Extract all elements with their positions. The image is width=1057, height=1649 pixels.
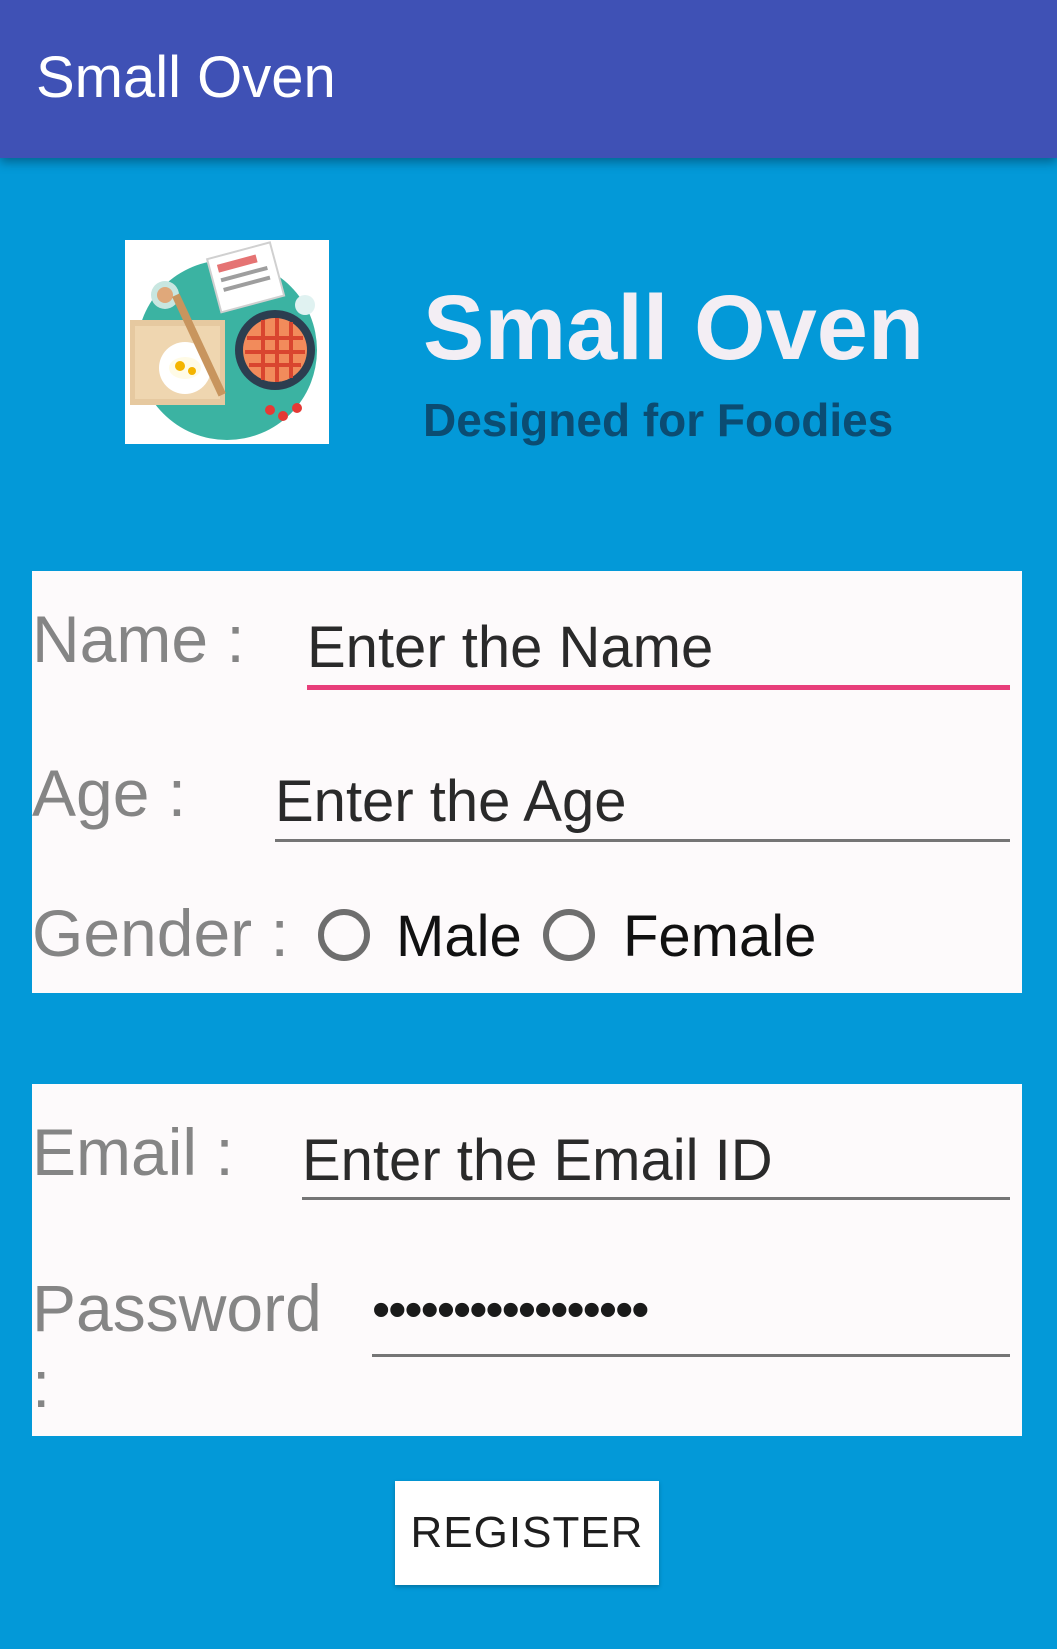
password-input[interactable]: ••••••••••••••••• xyxy=(372,1270,1012,1350)
male-radio-label[interactable]: Male xyxy=(396,902,522,972)
age-underline xyxy=(275,839,1010,842)
male-radio[interactable] xyxy=(318,909,370,961)
age-input[interactable] xyxy=(275,761,1005,841)
name-underline xyxy=(307,685,1010,690)
brand-title: Small Oven xyxy=(423,277,925,379)
app-bar-title: Small Oven xyxy=(36,45,336,110)
email-input[interactable] xyxy=(302,1120,1007,1200)
password-label: Password : xyxy=(32,1270,322,1422)
female-radio-label[interactable]: Female xyxy=(623,902,816,972)
password-label-colon: : xyxy=(32,1347,51,1421)
password-underline xyxy=(372,1354,1010,1357)
food-illustration-icon xyxy=(130,241,317,440)
female-radio[interactable] xyxy=(543,909,595,961)
food-logo-image xyxy=(125,240,329,444)
email-underline xyxy=(302,1197,1010,1200)
name-input[interactable] xyxy=(307,607,1007,687)
gender-label: Gender : xyxy=(32,896,289,970)
register-button[interactable]: REGISTER xyxy=(395,1481,659,1585)
personal-info-card: Name : Age : Gender : Male Female xyxy=(32,571,1022,993)
password-label-text: Password xyxy=(32,1271,322,1345)
brand-subtitle: Designed for Foodies xyxy=(423,394,894,446)
app-bar: Small Oven xyxy=(0,0,1057,158)
account-info-card: Email : Password : ••••••••••••••••• xyxy=(32,1084,1022,1436)
email-label: Email : xyxy=(32,1115,234,1189)
name-label: Name : xyxy=(32,602,245,676)
age-label: Age : xyxy=(32,756,187,830)
